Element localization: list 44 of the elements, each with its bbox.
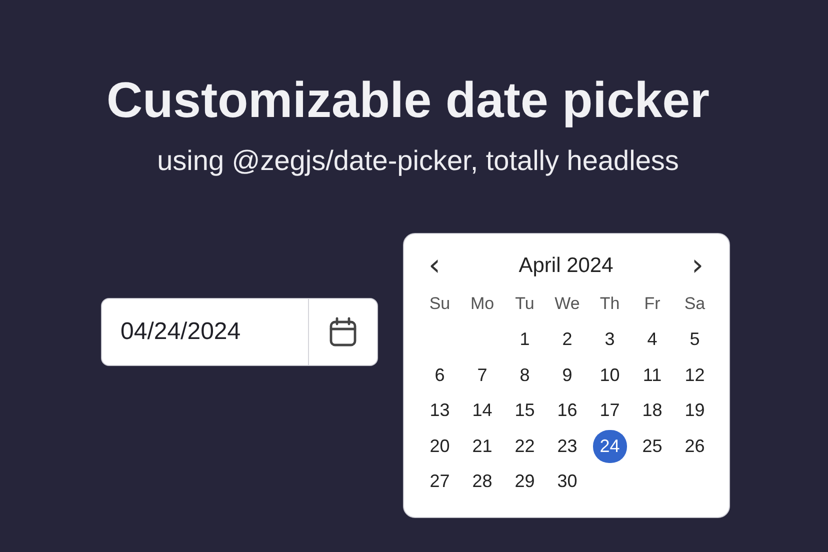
calendar-day[interactable]: 15 (508, 394, 542, 428)
calendar-day[interactable]: 2 (555, 323, 580, 356)
calendar-day[interactable]: 7 (470, 358, 494, 392)
calendar-day[interactable]: 27 (422, 465, 457, 498)
page-title: Customizable date picker (106, 71, 710, 130)
calendar-day[interactable]: 23 (550, 430, 584, 463)
calendar-day[interactable]: 10 (592, 358, 627, 392)
calendar-day[interactable]: 16 (550, 394, 584, 428)
calendar-day[interactable]: 20 (422, 430, 457, 463)
calendar-day[interactable]: 21 (465, 430, 500, 463)
calendar-day[interactable]: 12 (678, 358, 712, 392)
calendar-day[interactable]: 11 (636, 358, 669, 392)
calendar-day[interactable]: 29 (508, 465, 542, 498)
calendar-day[interactable]: 8 (512, 358, 537, 392)
calendar-day[interactable]: 30 (550, 465, 584, 498)
month-label: April 2024 (518, 254, 614, 278)
calendar-day[interactable]: 1 (512, 323, 537, 356)
weekday-label: Mo (469, 293, 496, 315)
calendar-day[interactable]: 28 (465, 465, 500, 498)
calendar-day[interactable]: 24 (592, 430, 627, 463)
previous-month-button[interactable]: ‹ (424, 251, 444, 281)
date-input-field[interactable]: 04/24/2024 (100, 298, 378, 366)
calendar-day[interactable]: 14 (465, 394, 500, 428)
calendar-day[interactable]: 19 (678, 394, 712, 428)
calendar-day[interactable]: 9 (555, 358, 580, 392)
calendar-icon[interactable] (328, 317, 356, 347)
weekday-label: Sa (683, 293, 706, 315)
weekday-label: Su (428, 293, 452, 315)
calendar-day[interactable]: 25 (635, 430, 670, 463)
calendar-day[interactable]: 22 (508, 430, 542, 463)
calendar-day[interactable]: 17 (592, 394, 627, 428)
weekday-label: We (554, 293, 581, 315)
calendar-day[interactable]: 13 (422, 394, 457, 428)
weekday-label: Fr (643, 293, 662, 315)
calendar-day[interactable]: 4 (640, 323, 664, 356)
page-subtitle: using @zegjs/date-picker, totally headless (157, 144, 679, 178)
calendar-day[interactable]: 5 (682, 323, 707, 356)
calendar-day[interactable]: 26 (678, 430, 712, 463)
calendar-day[interactable]: 3 (598, 323, 622, 356)
weekday-label: Th (598, 293, 621, 315)
weekday-label: Tu (514, 293, 536, 315)
next-month-button[interactable]: › (688, 251, 708, 281)
calendar-day[interactable]: 18 (635, 394, 670, 428)
calendar-day[interactable]: 6 (428, 358, 452, 392)
